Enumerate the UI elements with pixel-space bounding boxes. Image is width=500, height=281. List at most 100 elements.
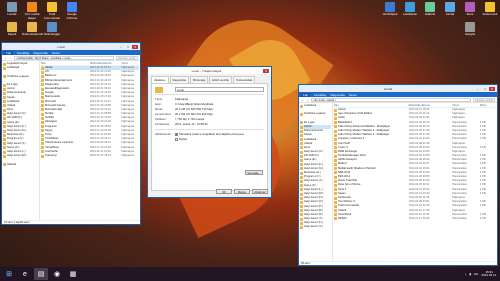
- explorer-icon[interactable]: ▤: [34, 268, 48, 280]
- store-icon[interactable]: ▦: [66, 268, 80, 280]
- close-button[interactable]: ✕: [489, 86, 495, 91]
- desktop-icon[interactable]: Total Commander: [42, 2, 62, 20]
- drive-icon: [300, 163, 303, 167]
- folder-icon: [41, 104, 44, 108]
- speaker-icon[interactable]: ♪: [465, 272, 467, 276]
- column-header[interactable]: Méret: [480, 104, 496, 107]
- nav-item[interactable]: [3, 167, 38, 171]
- folder-icon: [41, 146, 44, 150]
- folder-icon: [334, 196, 337, 200]
- chrome-icon[interactable]: ◉: [50, 268, 64, 280]
- desktop-icon[interactable]: Lomtár: [2, 2, 22, 17]
- clock[interactable]: 15:31 2014.02.11.: [481, 270, 497, 278]
- folder-icon: [334, 137, 337, 141]
- title-bar[interactable]: Asztal – □ ✕: [299, 85, 497, 92]
- cancel-button[interactable]: Mégse: [234, 189, 250, 194]
- ribbon-tab[interactable]: Kezdőlap: [314, 93, 327, 97]
- dialog-tab[interactable]: Megosztás: [169, 76, 190, 83]
- column-header[interactable]: Módosítás dátuma: [90, 62, 121, 65]
- ribbon-tab[interactable]: Kezdőlap: [17, 51, 30, 55]
- drive-icon: [3, 146, 6, 150]
- ribbon-tab[interactable]: Fájl: [4, 50, 13, 55]
- column-header[interactable]: Név: [334, 104, 409, 107]
- desktop-icon-label: Asztal: [445, 12, 455, 16]
- language-indicator[interactable]: HU: [474, 272, 478, 276]
- close-button[interactable]: ✕: [132, 44, 138, 49]
- folder-icon: [41, 91, 44, 95]
- address-bar[interactable]: › Ez a gép › Asztal ›: [311, 97, 471, 102]
- folder-icon: [334, 183, 337, 187]
- folder-icon: [334, 150, 337, 154]
- desktop-icon[interactable]: Zene: [460, 2, 480, 17]
- search-input[interactable]: Keresés: Asztal: [473, 97, 495, 102]
- desktop-icon-label: Letöltések: [403, 12, 417, 16]
- ribbon-tab[interactable]: Megosztás: [33, 51, 48, 55]
- drive-icon: [300, 179, 303, 183]
- file-size: 2 KB: [479, 216, 486, 220]
- table-row[interactable]: Tukorenyi 2014.01.27 18:33 Fájlmappa: [41, 154, 139, 158]
- desktop-icon[interactable]: Dokumentumok: [22, 22, 43, 37]
- forward-arrow-icon[interactable]: →: [306, 98, 309, 102]
- properties-dialog[interactable]: Local – Tulajdonságok ✕ Általános Megoszt…: [147, 66, 272, 198]
- network-icon[interactable]: ▮: [469, 272, 471, 276]
- forward-arrow-icon[interactable]: →: [9, 56, 12, 60]
- folder-icon: [155, 87, 175, 93]
- desktop-icon[interactable]: Hálózat: [420, 2, 440, 17]
- explorer-window-local[interactable]: Local – □ ✕ Fájl Kezdőlap Megosztás Nézet ← →…: [1, 42, 141, 225]
- drive-icon: [3, 129, 6, 133]
- maximize-button[interactable]: □: [125, 45, 131, 49]
- desktop-icon[interactable]: VLC media player: [22, 2, 42, 20]
- drive-icon: [300, 159, 303, 163]
- desktop-icon[interactable]: Asztal: [440, 2, 460, 17]
- hidden-checkbox[interactable]: Rejtett: [175, 137, 244, 142]
- back-arrow-icon[interactable]: ←: [4, 56, 7, 60]
- desktop-icon[interactable]: Google Chrome: [62, 2, 82, 20]
- dialog-tab[interactable]: Biztonság: [190, 76, 209, 83]
- folder-name-field[interactable]: Local: [175, 87, 264, 92]
- ie-icon[interactable]: e: [18, 268, 32, 280]
- title-bar[interactable]: Local – □ ✕: [2, 43, 140, 50]
- column-header[interactable]: Név: [41, 62, 90, 65]
- start-button[interactable]: ⊞: [2, 268, 16, 280]
- file-date: 2014.01.27 18:33: [90, 153, 111, 157]
- column-header[interactable]: Típus: [121, 62, 139, 65]
- apply-button[interactable]: Alkalmaz: [252, 189, 268, 194]
- dialog-tab[interactable]: Előző verziók: [209, 76, 232, 83]
- recycle-bin-icon: [7, 2, 17, 12]
- close-button[interactable]: ✕: [263, 68, 269, 73]
- minimize-button[interactable]: –: [118, 45, 124, 49]
- desktop-icon[interactable]: Kedvencek: [480, 2, 500, 17]
- ribbon-tab[interactable]: Fájl: [301, 92, 310, 97]
- desktop-icon[interactable]: Számítógép: [42, 22, 62, 37]
- minimize-button[interactable]: –: [475, 87, 481, 91]
- address-bar[interactable]: › Felhasználók › Benji Wokur › AppData ›…: [14, 55, 114, 60]
- explorer-window-asztal[interactable]: Asztal – □ ✕ Fájl Kezdőlap Megosztás Nézet ← …: [298, 84, 498, 266]
- column-header[interactable]: Típus: [452, 104, 480, 107]
- file-name-text: Tukorenyi: [45, 153, 57, 157]
- desktop-icon[interactable]: Képek: [2, 22, 22, 37]
- desktop-icon[interactable]: Letöltések: [400, 2, 420, 17]
- column-header[interactable]: Módosítás dátuma: [409, 104, 453, 107]
- drive-icon: [3, 154, 6, 158]
- attributes-label: Attribútumok:: [155, 132, 172, 136]
- drive-icon: [300, 184, 303, 188]
- dialog-title-bar[interactable]: Local – Tulajdonságok ✕: [148, 67, 271, 74]
- table-row[interactable]: WORD 2014.01.27 10:44 Parancsikon 2 KB: [334, 217, 496, 221]
- dialog-tab[interactable]: Testreszabás: [232, 76, 256, 83]
- ribbon-tab[interactable]: Nézet: [349, 93, 357, 97]
- dialog-tab[interactable]: Általános: [151, 76, 169, 83]
- desktop-icon[interactable]: Vezérlőpult: [380, 2, 400, 17]
- advanced-button[interactable]: Speciális...: [245, 170, 263, 175]
- search-input[interactable]: Keresés: Local: [116, 55, 138, 60]
- general-tab-panel: Local Típus: Fájlmappa Hely: C:\Users\Benji…: [151, 83, 268, 191]
- folder-icon: [334, 204, 337, 208]
- ok-button[interactable]: OK: [216, 189, 232, 194]
- maximize-button[interactable]: □: [482, 87, 488, 91]
- folder-icon: [334, 179, 337, 183]
- desktop-icon[interactable]: Hangok: [460, 22, 480, 37]
- back-arrow-icon[interactable]: ←: [301, 98, 304, 102]
- nav-item[interactable]: Helyi lemez (V:): [300, 225, 331, 230]
- drive-icon: [300, 205, 303, 209]
- ribbon-tab[interactable]: Megosztás: [330, 93, 345, 97]
- ribbon-tab[interactable]: Nézet: [52, 51, 60, 55]
